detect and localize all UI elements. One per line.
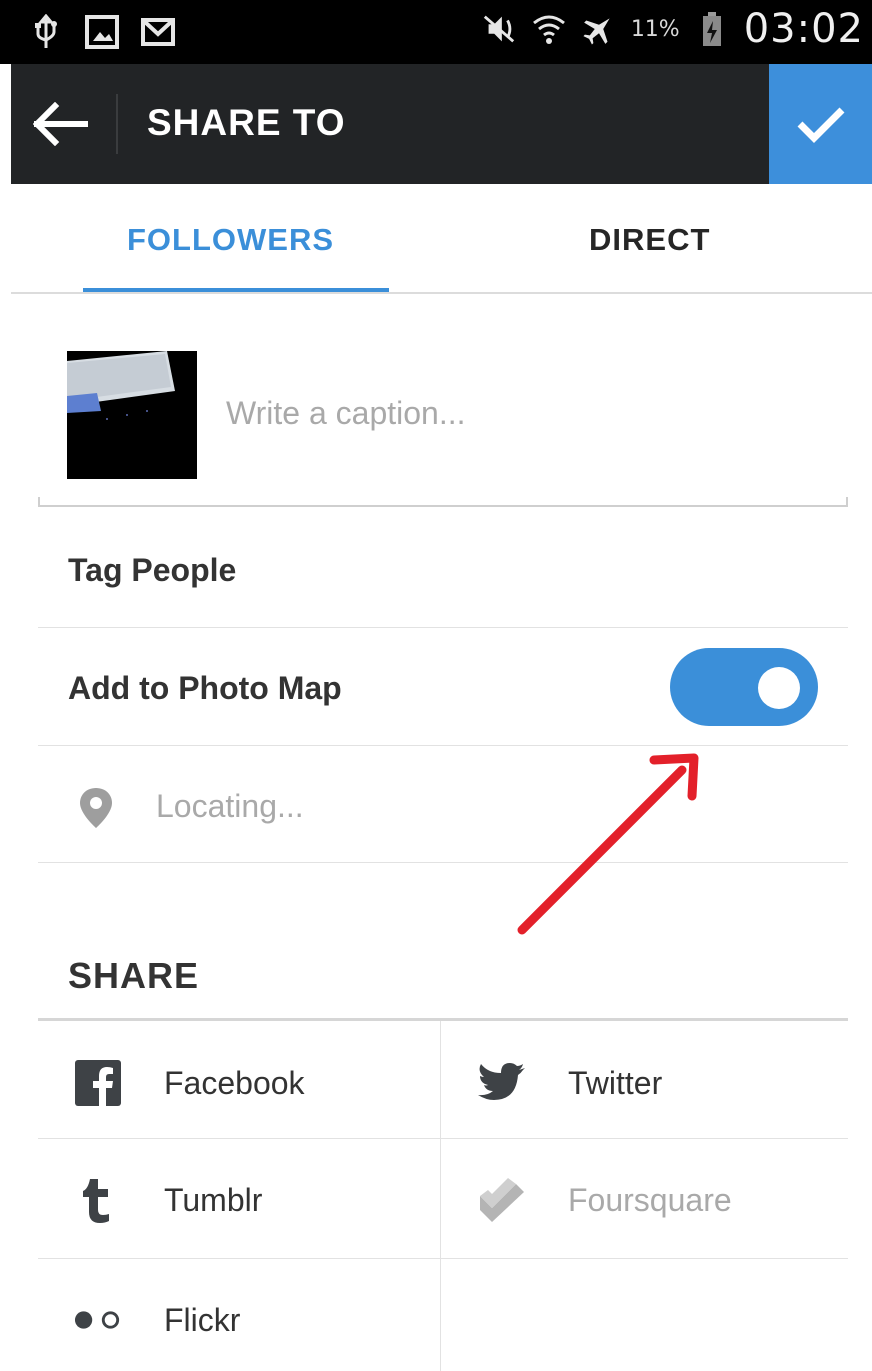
share-tabs: FOLLOWERS DIRECT: [11, 184, 872, 294]
battery-percent: 11%: [630, 16, 680, 42]
tag-people-row[interactable]: Tag People: [68, 552, 236, 589]
active-tab-indicator: [83, 288, 389, 292]
tab-direct[interactable]: DIRECT: [589, 222, 710, 258]
app-bar: SHARE TO: [11, 64, 872, 184]
share-label-facebook: Facebook: [164, 1064, 305, 1101]
share-tumblr[interactable]: Tumblr: [74, 1170, 262, 1230]
share-foursquare[interactable]: Foursquare: [478, 1170, 732, 1230]
add-to-photo-map-label: Add to Photo Map: [68, 670, 342, 706]
divider: [38, 627, 848, 628]
tumblr-icon: [74, 1176, 122, 1224]
gallery-icon: [84, 12, 120, 52]
flickr-icon: [74, 1296, 122, 1344]
share-label-twitter: Twitter: [568, 1064, 663, 1101]
battery-icon: [694, 9, 730, 49]
divider: [38, 745, 848, 746]
airplane-icon: [581, 9, 617, 49]
share-twitter[interactable]: Twitter: [478, 1053, 662, 1113]
share-label-foursquare: Foursquare: [568, 1181, 732, 1218]
clock: 03:02: [743, 6, 864, 52]
location-pin-icon: [78, 786, 114, 830]
app-bar-divider: [116, 94, 118, 154]
foursquare-icon: [478, 1176, 526, 1224]
share-flickr[interactable]: Flickr: [74, 1290, 240, 1350]
confirm-button[interactable]: [769, 64, 872, 184]
toggle-knob: [758, 667, 800, 709]
photo-map-toggle[interactable]: [670, 648, 818, 726]
divider: [38, 1138, 848, 1139]
share-divider: [38, 1018, 848, 1021]
location-status[interactable]: Locating...: [156, 788, 304, 825]
share-label-flickr: Flickr: [164, 1301, 241, 1338]
divider: [38, 862, 848, 863]
mute-icon: [481, 9, 517, 49]
checkmark-icon: [797, 107, 844, 143]
twitter-icon: [478, 1059, 526, 1107]
usb-icon: [28, 12, 64, 52]
page-title: SHARE TO: [147, 102, 346, 143]
caption-underline: [38, 497, 848, 507]
wifi-icon: [531, 9, 567, 49]
back-arrow-icon: [33, 102, 88, 146]
gmail-icon: [140, 12, 176, 52]
facebook-icon: [74, 1059, 122, 1107]
caption-input[interactable]: [226, 395, 786, 432]
status-bar: 11% 03:02: [0, 0, 872, 64]
annotation-arrow-icon: [517, 753, 699, 935]
back-button[interactable]: [29, 92, 93, 156]
photo-thumbnail: [67, 351, 197, 479]
status-left-icons: [28, 12, 176, 52]
share-label-tumblr: Tumblr: [164, 1181, 263, 1218]
tab-followers[interactable]: FOLLOWERS: [127, 222, 334, 258]
divider: [38, 1258, 848, 1259]
share-column-divider: [440, 1021, 441, 1371]
share-heading: SHARE: [68, 955, 200, 996]
status-right-icons: 11% 03:02: [481, 6, 864, 52]
share-facebook[interactable]: Facebook: [74, 1053, 305, 1113]
